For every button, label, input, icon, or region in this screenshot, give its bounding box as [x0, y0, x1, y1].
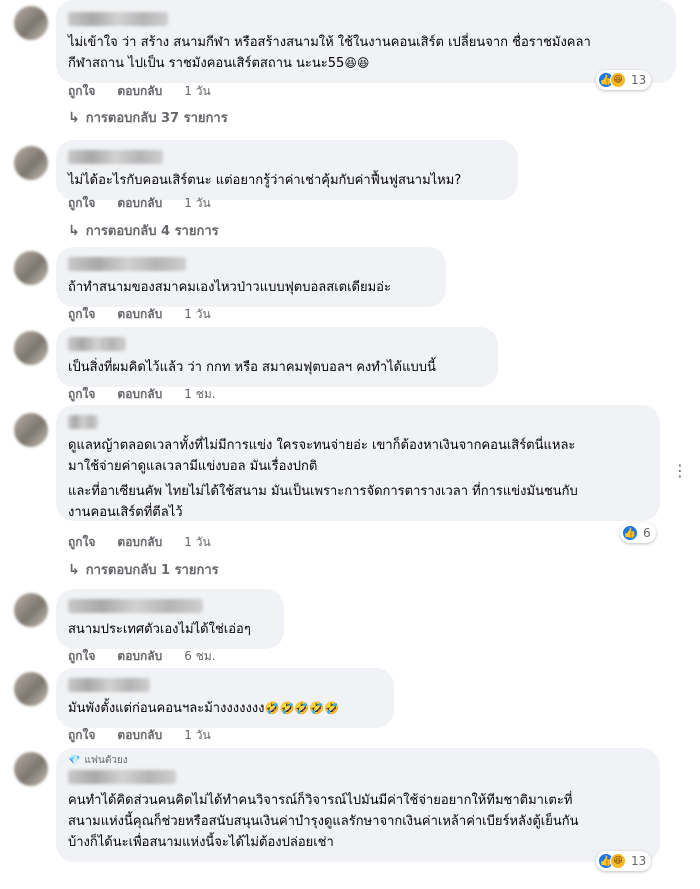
timestamp[interactable]: 1 วัน	[184, 533, 210, 552]
reaction-summary[interactable]: 👍 6	[620, 523, 656, 543]
comment-bubble: สนามประเทศตัวเองไม่ได้ใช่เอ่อๆ	[56, 589, 284, 649]
view-replies-link[interactable]: ↳ การตอบกลับ 1 รายการ	[68, 559, 219, 580]
reply-button[interactable]: ตอบกลับ	[117, 194, 162, 213]
emoji: 😆😆	[344, 56, 370, 70]
like-button[interactable]: ถูกใจ	[68, 533, 95, 552]
reaction-count: 13	[631, 73, 647, 87]
timestamp[interactable]: 1 วัน	[184, 82, 210, 101]
comment-text: ถ้าทำสนามของสมาคมเองไหวป่าวแบบฟุตบอลสเตเ…	[68, 280, 391, 295]
author-name-redacted[interactable]	[68, 257, 186, 271]
reaction-count: 13	[631, 854, 647, 868]
replies-count: การตอบกลับ 1 รายการ	[85, 563, 219, 578]
comment-actions: ถูกใจ ตอบกลับ 6 ชม.	[68, 647, 238, 666]
like-button[interactable]: ถูกใจ	[68, 385, 95, 404]
avatar[interactable]	[14, 331, 48, 365]
avatar[interactable]	[14, 752, 48, 786]
avatar[interactable]	[14, 251, 48, 285]
reply-button[interactable]: ตอบกลับ	[117, 533, 162, 552]
comment-actions: ถูกใจ ตอบกลับ 1 วัน	[68, 533, 233, 552]
author-name-redacted[interactable]	[68, 678, 150, 692]
like-button[interactable]: ถูกใจ	[68, 82, 95, 101]
author-name-redacted[interactable]	[68, 337, 126, 351]
comment-bubble: ไม่ได้อะไรกับคอนเสิร์ตนะ แต่อยากรู้ว่าค่…	[56, 140, 518, 200]
comment-bubble: มันพังตั้งแต่ก่อนคอนฯละม้างงงงงงง🤣🤣🤣🤣🤣	[56, 668, 394, 728]
replies-count: การตอบกลับ 4 รายการ	[85, 224, 219, 239]
avatar[interactable]	[14, 672, 48, 706]
comment-text: มันพังตั้งแต่ก่อนคอนฯละม้างงงงงงง🤣🤣🤣🤣🤣	[68, 698, 382, 719]
view-replies-link[interactable]: ↳ การตอบกลับ 37 รายการ	[68, 107, 228, 128]
reaction-summary[interactable]: 👍 😆 13	[596, 70, 652, 90]
timestamp[interactable]: 1 วัน	[184, 305, 210, 324]
reply-button[interactable]: ตอบกลับ	[117, 647, 162, 666]
diamond-icon: 💎	[68, 755, 81, 766]
comment-text: ไม่เข้าใจ ว่า สร้าง สนามกีฬา หรือสร้างสน…	[68, 32, 664, 74]
reply-arrow-icon: ↳	[68, 222, 80, 239]
comment-text: คนทำได้คิดส่วนคนคิดไม่ได้ทำคนวิจารณ์ก็วิ…	[68, 793, 579, 850]
timestamp[interactable]: 1 ชม.	[184, 385, 215, 404]
avatar[interactable]	[14, 146, 48, 180]
comment-actions: ถูกใจ ตอบกลับ 1 วัน	[68, 726, 233, 745]
reaction-summary[interactable]: 👍 😆 13	[596, 851, 652, 871]
timestamp[interactable]: 6 ชม.	[184, 647, 215, 666]
comment-bubble: ถ้าทำสนามของสมาคมเองไหวป่าวแบบฟุตบอลสเตเ…	[56, 247, 446, 307]
like-button[interactable]: ถูกใจ	[68, 726, 95, 745]
comment-bubble: ไม่เข้าใจ ว่า สร้าง สนามกีฬา หรือสร้างสน…	[56, 0, 676, 83]
like-button[interactable]: ถูกใจ	[68, 647, 95, 666]
comment-text: เป็นสิ่งที่ผมคิดไว้แล้ว ว่า กกท หรือ สมา…	[68, 360, 436, 375]
comment-actions: ถูกใจ ตอบกลับ 1 วัน	[68, 305, 233, 324]
reply-arrow-icon: ↳	[68, 561, 80, 578]
avatar[interactable]	[14, 6, 48, 40]
comment-text: สนามประเทศตัวเองไม่ได้ใช่เอ่อๆ	[68, 622, 251, 637]
comment-text: ดูแลหญ้าตลอดเวลาทั้งที่ไม่มีการแข่ง ใครจ…	[68, 438, 576, 474]
comment-actions: ถูกใจ ตอบกลับ 1 ชม.	[68, 385, 238, 404]
avatar[interactable]	[14, 413, 48, 447]
badge-label: แฟนตัวยง	[84, 755, 128, 766]
reply-button[interactable]: ตอบกลับ	[117, 82, 162, 101]
author-name-redacted[interactable]	[68, 12, 168, 26]
author-name-redacted[interactable]	[68, 415, 98, 429]
author-name-redacted[interactable]	[68, 150, 163, 164]
author-name-redacted[interactable]	[68, 770, 176, 784]
like-button[interactable]: ถูกใจ	[68, 305, 95, 324]
haha-reaction-icon: 😆	[610, 853, 626, 869]
view-replies-link[interactable]: ↳ การตอบกลับ 4 รายการ	[68, 220, 219, 241]
like-button[interactable]: ถูกใจ	[68, 194, 95, 213]
comment-actions: ถูกใจ ตอบกลับ 1 วัน	[68, 194, 233, 213]
timestamp[interactable]: 1 วัน	[184, 194, 210, 213]
comment-text-paragraph-2: และที่อาเซียนคัพ ไทยไม่ได้ใช้สนาม มันเป็…	[68, 484, 578, 520]
more-options-icon[interactable]: ⋮	[672, 461, 688, 480]
author-name-redacted[interactable]	[68, 599, 203, 613]
emoji: 🤣🤣🤣🤣🤣	[264, 701, 340, 715]
comment-bubble: ดูแลหญ้าตลอดเวลาทั้งที่ไม่มีการแข่ง ใครจ…	[56, 405, 660, 521]
reaction-count: 6	[643, 526, 651, 540]
comment-actions: ถูกใจ ตอบกลับ 1 วัน	[68, 82, 233, 101]
replies-count: การตอบกลับ 37 รายการ	[85, 111, 228, 126]
reply-button[interactable]: ตอบกลับ	[117, 385, 162, 404]
reply-button[interactable]: ตอบกลับ	[117, 305, 162, 324]
comment-bubble: 💎 แฟนตัวยง คนทำได้คิดส่วนคนคิดไม่ได้ทำคน…	[56, 748, 660, 862]
haha-reaction-icon: 😆	[610, 72, 626, 88]
reply-button[interactable]: ตอบกลับ	[117, 726, 162, 745]
avatar[interactable]	[14, 593, 48, 627]
top-fan-badge: 💎 แฟนตัวยง	[68, 753, 648, 768]
reply-arrow-icon: ↳	[68, 109, 80, 126]
like-reaction-icon: 👍	[622, 525, 638, 541]
comment-text: ไม่ได้อะไรกับคอนเสิร์ตนะ แต่อยากรู้ว่าค่…	[68, 173, 462, 188]
comment-bubble: เป็นสิ่งที่ผมคิดไว้แล้ว ว่า กกท หรือ สมา…	[56, 327, 498, 387]
timestamp[interactable]: 1 วัน	[184, 726, 210, 745]
